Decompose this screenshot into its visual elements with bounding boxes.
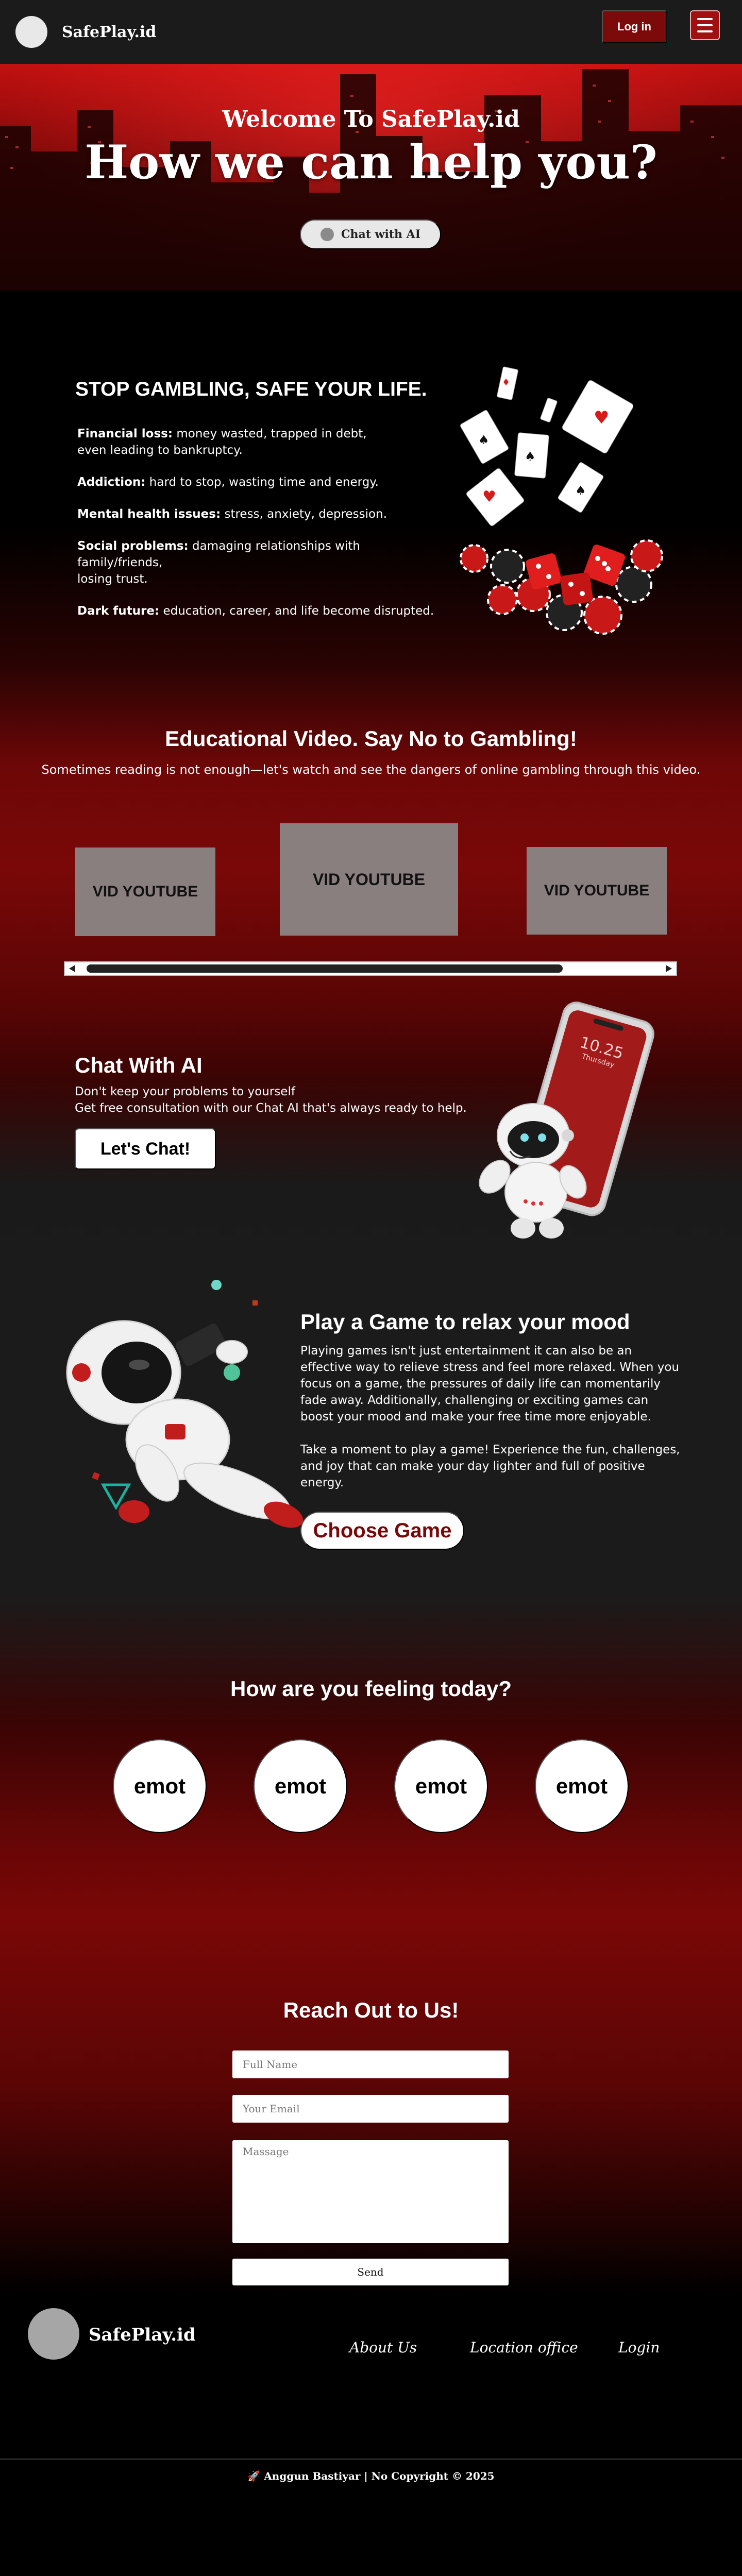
contact-title: Reach Out to Us! <box>283 1998 459 2022</box>
item-text: money wasted, trapped in debt, <box>173 427 367 440</box>
video-thumbnail[interactable]: VID YOUTUBE <box>527 847 667 935</box>
scrollbar-thumb[interactable] <box>87 964 563 973</box>
item-text: hard to stop, wasting time and energy. <box>145 476 379 489</box>
footer-logo-icon[interactable] <box>28 2308 79 2360</box>
chat-ai-description: Don't keep your problems to yourself <box>75 1085 295 1098</box>
cards-and-chips-illustration: ♥ ♥ ♦ ♠ ♠ ♠ <box>460 366 663 635</box>
list-item: Dark future: education, career, and life… <box>77 603 448 619</box>
item-label: Mental health issues: <box>77 507 221 521</box>
game-description: Playing games isn't just entertainment i… <box>300 1343 682 1507</box>
game-section-title: Play a Game to relax your mood <box>300 1310 630 1334</box>
emote-button[interactable]: emot <box>113 1739 207 1833</box>
emote-button[interactable]: emot <box>535 1739 629 1833</box>
copyright-bar: 🚀 Anggun Bastiyar | No Copyright © 2025 <box>0 2459 742 2510</box>
footer-link-location-office[interactable]: Location office <box>470 2339 578 2356</box>
game-section: Play a Game to relax your mood Playing g… <box>0 1264 742 1594</box>
copyright-text: 🚀 Anggun Bastiyar | No Copyright © 2025 <box>247 2470 495 2482</box>
item-text: education, career, and life become disru… <box>159 604 434 618</box>
stop-gambling-section: STOP GAMBLING, SAFE YOUR LIFE. Financial… <box>0 291 742 667</box>
svg-text:♠: ♠ <box>478 433 490 447</box>
footer-link-about-us[interactable]: About Us <box>349 2339 417 2356</box>
svg-text:♠: ♠ <box>525 449 536 464</box>
game-paragraph: Playing games isn't just entertainment i… <box>300 1344 680 1423</box>
menu-bar <box>697 24 713 26</box>
chat-icon <box>320 228 334 241</box>
chat-with-ai-button[interactable]: Chat with AI <box>300 219 441 249</box>
scroll-right-arrow-icon[interactable] <box>666 965 672 972</box>
menu-bar <box>697 30 713 32</box>
full-name-field[interactable] <box>232 2050 509 2078</box>
menu-bar <box>697 18 713 20</box>
video-section-title: Educational Video. Say No to Gambling! <box>165 726 577 751</box>
list-item: Social problems: damaging relationships … <box>77 538 448 587</box>
emote-button[interactable]: emot <box>394 1739 488 1833</box>
svg-text:♠: ♠ <box>575 483 586 498</box>
emote-button[interactable]: emot <box>254 1739 347 1833</box>
video-thumbnail[interactable]: VID YOUTUBE <box>280 823 458 936</box>
item-label: Financial loss: <box>77 427 173 440</box>
hero-section: Welcome To SafePlay.id How we can help y… <box>0 64 742 291</box>
video-scrollbar[interactable] <box>64 961 677 976</box>
item-label: Addiction: <box>77 476 146 489</box>
dangers-list: Financial loss: money wasted, trapped in… <box>77 426 448 635</box>
email-field[interactable] <box>232 2095 509 2123</box>
message-field[interactable] <box>232 2140 509 2243</box>
game-paragraph: Take a moment to play a game! Experience… <box>300 1443 680 1489</box>
feeling-title: How are you feeling today? <box>230 1676 512 1701</box>
list-item: Addiction: hard to stop, wasting time an… <box>77 474 448 490</box>
feeling-section: How are you feeling today? emot emot emo… <box>0 1594 742 1917</box>
chat-ai-title: Chat With AI <box>75 1053 203 1077</box>
item-text: losing trust. <box>77 572 148 586</box>
heart-icon: ♥ <box>594 408 609 428</box>
footer-brand[interactable]: SafePlay.id <box>89 2325 196 2345</box>
list-item: Financial loss: money wasted, trapped in… <box>77 426 448 459</box>
send-button[interactable]: Send <box>232 2259 509 2285</box>
svg-text:♥: ♥ <box>482 488 496 506</box>
chat-ai-description: Get free consultation with our Chat AI t… <box>75 1101 467 1115</box>
list-item: Mental health issues: stress, anxiety, d… <box>77 506 448 522</box>
item-label: Dark future: <box>77 604 160 618</box>
scroll-left-arrow-icon[interactable] <box>69 965 75 972</box>
logo-circle-icon[interactable] <box>15 16 47 48</box>
robot-phone-illustration: 10.25 Thursday <box>479 1002 654 1239</box>
navbar: SafePlay.id Log in <box>0 0 742 64</box>
footer: SafePlay.id About Us Location office Log… <box>0 2294 742 2459</box>
login-button[interactable]: Log in <box>602 10 667 43</box>
brand-name[interactable]: SafePlay.id <box>62 23 156 41</box>
svg-text:♦: ♦ <box>502 377 510 388</box>
astronaut-gaming-illustration <box>66 1280 303 1528</box>
video-thumbnail[interactable]: VID YOUTUBE <box>75 848 215 936</box>
lets-chat-button[interactable]: Let's Chat! <box>75 1128 216 1170</box>
video-section: Educational Video. Say No to Gambling! S… <box>0 667 742 1002</box>
stop-gambling-title: STOP GAMBLING, SAFE YOUR LIFE. <box>75 378 427 400</box>
chat-with-ai-label: Chat with AI <box>341 228 421 241</box>
chat-ai-section: Chat With AI Don't keep your problems to… <box>0 1002 742 1264</box>
video-section-subtitle: Sometimes reading is not enough—let's wa… <box>41 762 701 777</box>
choose-game-button[interactable]: Choose Game <box>300 1512 464 1550</box>
footer-divider <box>0 2459 742 2460</box>
item-text: even leading to bankruptcy. <box>77 444 243 457</box>
item-text: stress, anxiety, depression. <box>221 507 387 521</box>
hamburger-menu-icon[interactable] <box>690 10 720 40</box>
footer-link-login[interactable]: Login <box>618 2339 660 2356</box>
item-label: Social problems: <box>77 539 189 553</box>
hero-subtitle: Welcome To SafePlay.id <box>222 106 520 132</box>
contact-section: Reach Out to Us! Send <box>0 1917 742 2294</box>
hero-title: How we can help you? <box>85 135 657 190</box>
